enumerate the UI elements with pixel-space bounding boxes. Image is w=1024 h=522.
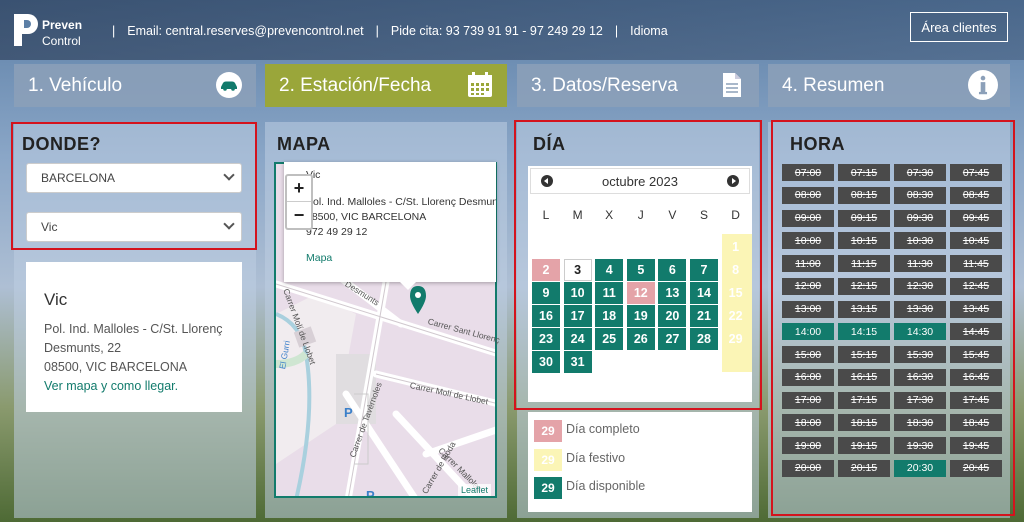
map-directions-link[interactable]: Ver mapa y como llegar. bbox=[44, 377, 224, 396]
email-link[interactable]: Email: central.reserves@prevencontrol.ne… bbox=[127, 24, 363, 38]
client-area-button[interactable]: Área clientes bbox=[910, 12, 1008, 42]
logo[interactable]: Preven Control bbox=[14, 14, 88, 48]
popup-city: 08500, VIC BARCELONA bbox=[306, 211, 427, 223]
leaflet-attribution[interactable]: Leaflet bbox=[458, 484, 492, 496]
legend-swatch-available: 29 bbox=[534, 477, 562, 499]
mapa-title: MAPA bbox=[277, 134, 331, 154]
highlight-donde bbox=[11, 122, 257, 250]
popup-tip bbox=[398, 280, 418, 290]
station-address-2: Desmunts, 22 bbox=[44, 341, 122, 355]
zoom-out-button[interactable]: − bbox=[287, 202, 311, 228]
step-resumen[interactable]: 4. Resumen bbox=[768, 64, 1010, 107]
zoom-control: + − bbox=[285, 174, 313, 230]
legend-label-full: Día completo bbox=[566, 422, 640, 436]
step-label: 3. Datos/Reserva bbox=[531, 74, 678, 96]
logo-text-1: Preven bbox=[42, 18, 83, 32]
legend-swatch-full: 29 bbox=[534, 420, 562, 442]
popup-map-link[interactable]: Mapa bbox=[306, 252, 488, 264]
step-label: 4. Resumen bbox=[782, 74, 885, 96]
legend-swatch-holiday: 29 bbox=[534, 449, 562, 471]
calendar-icon bbox=[468, 72, 492, 97]
station-name: Vic bbox=[44, 290, 68, 309]
calendar-legend: 29 Día completo 29 Día festivo 29 Día di… bbox=[528, 412, 752, 512]
highlight-hora bbox=[771, 120, 1015, 516]
station-card: Vic Pol. Ind. Malloles - C/St. Llorenç D… bbox=[26, 262, 242, 412]
legend-label-holiday: Día festivo bbox=[566, 451, 626, 465]
phone-text: Pide cita: 93 739 91 91 - 97 249 29 12 bbox=[390, 24, 603, 38]
zoom-in-button[interactable]: + bbox=[287, 176, 311, 202]
car-icon bbox=[216, 72, 242, 98]
step-label: 2. Estación/Fecha bbox=[279, 74, 432, 96]
legend-label-available: Día disponible bbox=[566, 479, 646, 493]
document-icon bbox=[723, 73, 741, 97]
highlight-dia bbox=[514, 120, 762, 410]
map-popup: Vic Pol. Ind. Malloles - C/St. Llorenç D… bbox=[284, 162, 496, 282]
station-address-1: Pol. Ind. Malloles - C/St. Llorenç bbox=[44, 322, 223, 336]
logo-text-2: Control bbox=[42, 34, 81, 48]
popup-phone: 972 49 29 12 bbox=[306, 226, 368, 238]
popup-address: Pol. Ind. Malloles - C/St. Llorenç Desmu… bbox=[306, 196, 496, 208]
step-datos-reserva[interactable]: 3. Datos/Reserva bbox=[517, 64, 759, 107]
language-menu[interactable]: Idioma bbox=[630, 24, 668, 38]
top-nav: | Email: central.reserves@prevencontrol.… bbox=[112, 24, 668, 38]
station-address-3: 08500, VIC BARCELONA bbox=[44, 360, 188, 374]
svg-text:P: P bbox=[344, 405, 353, 420]
info-icon bbox=[968, 70, 998, 100]
step-label: 1. Vehículo bbox=[28, 74, 123, 96]
step-estacion-fecha[interactable]: 2. Estación/Fecha bbox=[265, 64, 507, 107]
svg-text:P: P bbox=[366, 488, 375, 498]
step-vehiculo[interactable]: 1. Vehículo bbox=[14, 64, 256, 107]
